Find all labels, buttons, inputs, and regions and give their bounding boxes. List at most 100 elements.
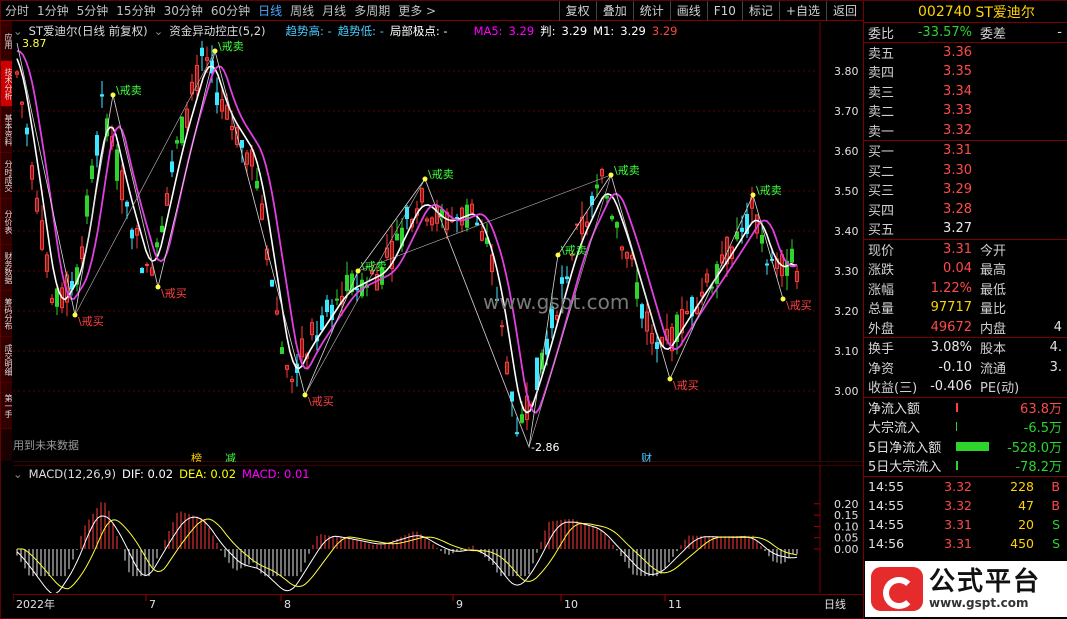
- flow-label: 净流入额: [868, 401, 921, 417]
- dropdown-icon[interactable]: ⌄: [13, 467, 23, 481]
- sell-orders: 卖五 3.36 卖四 3.35 卖三 3.34 卖二 3.33 卖一 3.32: [864, 43, 1067, 141]
- sell-label: \戒卖: [116, 84, 142, 97]
- date-tick: 9: [456, 598, 463, 611]
- stat-label: 今开: [980, 243, 1007, 259]
- candlestick-chart[interactable]: 3.80 3.70 3.60 3.50 3.40 3.30 3.20 3.10 3.00 \戒卖 \…: [13, 22, 863, 462]
- period-tab[interactable]: 5分钟: [73, 1, 113, 21]
- indicator-name[interactable]: 资金异动控庄(5,2): [169, 23, 265, 39]
- price-tick: 3.30: [834, 265, 859, 278]
- ma5-value: 3.29: [508, 24, 535, 38]
- tool-button[interactable]: 画线: [669, 1, 707, 21]
- trade-row: 14:55 3.32 47 B: [864, 496, 1067, 515]
- buy-label: \戒买: [673, 379, 699, 392]
- sell-label: \戒卖: [756, 184, 782, 197]
- period-tab[interactable]: 15分钟: [112, 1, 159, 21]
- left-tab[interactable]: 分价表: [1, 199, 12, 245]
- gspt-logo: 公式平台 www.gspt.com: [865, 561, 1067, 617]
- stat-row: 涨幅 1.22% 最低: [864, 279, 1067, 299]
- flow-label: 5日大宗流入: [868, 460, 942, 476]
- dropdown-icon[interactable]: ⌄: [13, 24, 23, 38]
- order-row[interactable]: 买四 3.28: [864, 200, 1067, 220]
- tool-button[interactable]: 返回: [825, 1, 863, 21]
- stat-row: 现价 3.31 今开: [864, 240, 1067, 260]
- period-tab[interactable]: 多周期: [350, 1, 394, 21]
- trend-low: 趋势低: -: [337, 24, 384, 38]
- period-tab[interactable]: 日线: [254, 1, 286, 21]
- order-row[interactable]: 卖一 3.32: [864, 121, 1067, 141]
- left-tab[interactable]: 基本资料: [1, 107, 12, 153]
- tool-button[interactable]: 标记: [741, 1, 779, 21]
- order-row[interactable]: 买三 3.29: [864, 180, 1067, 200]
- trade-volume: 228: [1010, 478, 1034, 494]
- flow-row: 大宗流入 -6.5万: [864, 417, 1067, 437]
- period-tab[interactable]: 分时: [1, 1, 33, 21]
- tool-button[interactable]: 叠加: [595, 1, 633, 21]
- price-tick: 3.80: [834, 65, 859, 78]
- macd-info-bar: ⌄ MACD(12,26,9) DIF: 0.02 DEA: 0.02 MACD…: [13, 466, 821, 482]
- order-row[interactable]: 卖五 3.36: [864, 43, 1067, 63]
- sell-point-marker: [422, 176, 428, 182]
- buy-point-marker: [780, 296, 786, 302]
- period-tab[interactable]: 周线: [286, 1, 318, 21]
- order-row[interactable]: 买五 3.27: [864, 219, 1067, 239]
- pan-label: 判:: [540, 24, 556, 38]
- order-row[interactable]: 卖四 3.35: [864, 62, 1067, 82]
- sell-label: \戒卖: [361, 260, 387, 273]
- m1-label: M1:: [593, 24, 615, 38]
- order-row[interactable]: 卖三 3.34: [864, 82, 1067, 102]
- trade-volume: 450: [1010, 535, 1034, 551]
- flow-bar: [956, 441, 989, 451]
- stat-row: 净资 -0.10 流通 3.: [864, 358, 1067, 378]
- order-row[interactable]: 卖二 3.33: [864, 101, 1067, 121]
- left-vertical-tabs: 应用 技术分析 基本资料 分时成交 分价表 财务数据 筹码分布 成交明细 第一手: [1, 21, 12, 461]
- period-tab[interactable]: 月线: [318, 1, 350, 21]
- tool-button[interactable]: 统计: [632, 1, 670, 21]
- event-cai: 财: [641, 451, 652, 462]
- price-tick: 3.40: [834, 225, 859, 238]
- order-price: 3.31: [943, 143, 972, 159]
- price-tick: 3.60: [834, 145, 859, 158]
- period-tab[interactable]: 60分钟: [207, 1, 254, 21]
- left-tab[interactable]: 财务数据: [1, 245, 12, 291]
- macd-chart[interactable]: 0.200.150.100.050.00: [13, 465, 863, 593]
- trade-time: 14:55: [868, 478, 905, 494]
- stat-value: 3.08%: [930, 340, 972, 356]
- stat-value: 4.: [1049, 340, 1062, 356]
- macd-dea: DEA: 0.02: [179, 467, 237, 481]
- capital-flows: 净流入额 63.8万 大宗流入 -6.5万 5日净流入额 -528.0万 5日大宗流入 -78…: [864, 398, 1067, 477]
- tool-button[interactable]: 复权: [558, 1, 596, 21]
- order-row[interactable]: 买一 3.31: [864, 141, 1067, 161]
- stat-label: 量比: [980, 302, 1007, 318]
- period-tab[interactable]: 1分钟: [33, 1, 73, 21]
- flow-value: -78.2万: [1015, 460, 1062, 476]
- period-tab[interactable]: 更多 >: [394, 1, 440, 21]
- tool-button[interactable]: +自选: [778, 1, 826, 21]
- left-tab[interactable]: 分时成交: [1, 153, 12, 199]
- stat-value: 1.22%: [930, 280, 972, 296]
- tool-buttons: 复权 叠加 统计 画线 F10 标记 +自选 返回: [558, 1, 863, 21]
- sell-label: \戒卖: [428, 168, 454, 181]
- left-tab[interactable]: 筹码分布: [1, 291, 12, 337]
- macd-label[interactable]: MACD(12,26,9): [29, 467, 116, 481]
- order-row[interactable]: 买二 3.30: [864, 161, 1067, 181]
- stat-label: 外盘: [868, 321, 895, 337]
- stat-value: -0.406: [930, 379, 972, 395]
- trade-price: 3.32: [944, 478, 972, 494]
- stat-label: 内盘: [980, 321, 1007, 337]
- macd-dif: DIF: 0.02: [121, 467, 174, 481]
- left-tab[interactable]: 第一手: [1, 383, 12, 429]
- order-label: 卖五: [868, 46, 895, 62]
- left-tab[interactable]: 应用: [1, 21, 12, 61]
- period-tab[interactable]: 30分钟: [160, 1, 207, 21]
- left-tab[interactable]: 技术分析: [1, 61, 12, 107]
- dropdown-icon[interactable]: ⌄: [154, 24, 164, 38]
- trade-side: B: [1051, 478, 1060, 494]
- candles: [15, 40, 799, 437]
- stat-value: 0.04: [943, 261, 972, 277]
- left-tab[interactable]: 成交明细: [1, 337, 12, 383]
- trade-volume: 47: [1018, 497, 1034, 513]
- stat-value: 3.: [1049, 359, 1062, 375]
- sell-label: \戒卖: [218, 40, 244, 53]
- sell-point-marker: [608, 172, 614, 178]
- tool-button[interactable]: F10: [706, 1, 742, 21]
